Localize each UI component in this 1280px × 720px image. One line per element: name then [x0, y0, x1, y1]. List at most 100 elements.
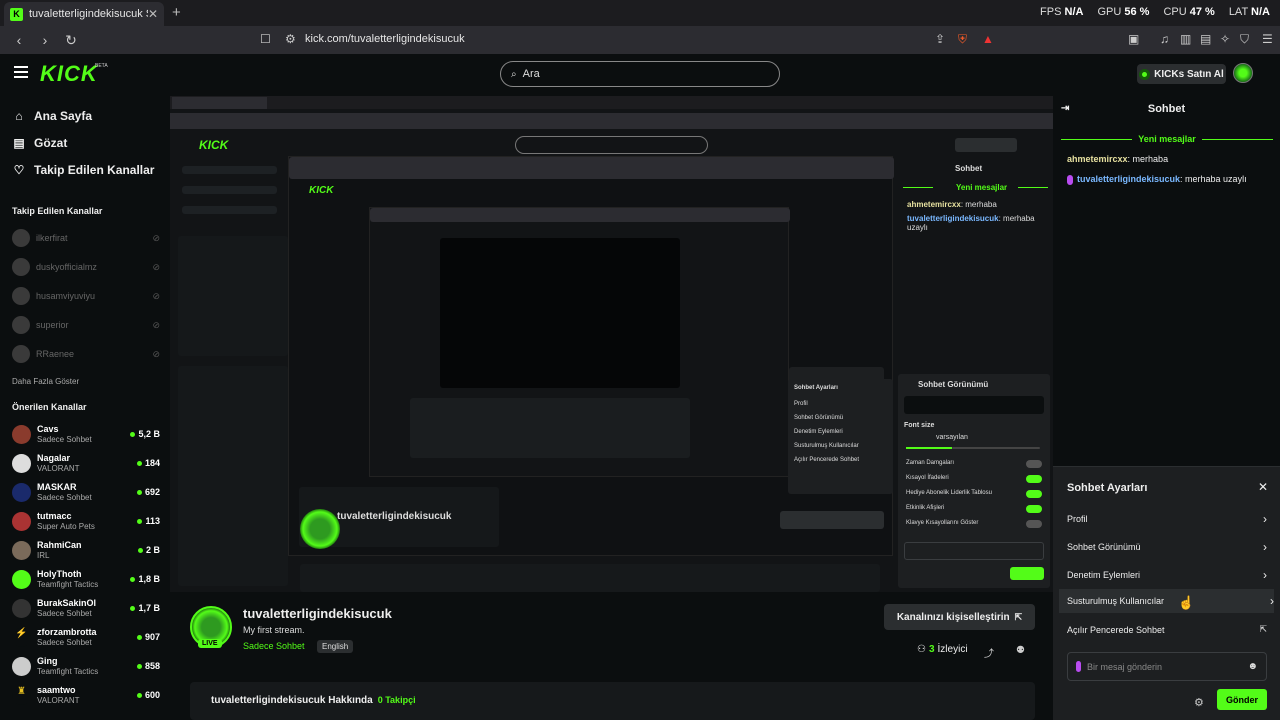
rewards-icon[interactable]: ▲	[982, 32, 994, 46]
show-more-link[interactable]: Daha Fazla Göster	[12, 377, 79, 386]
recommended-channel[interactable]: HolyThoth Teamfight Tactics 1,8 B	[12, 567, 160, 591]
forward-icon[interactable]: ›	[38, 32, 52, 48]
url-field[interactable]: kick.com/tuvaletterligindekisucuk	[305, 33, 465, 45]
recommended-channel[interactable]: Nagalar VALORANT 184	[12, 451, 160, 475]
site-info-icon[interactable]: ⚙	[285, 32, 296, 46]
recommended-channel[interactable]: ♜ saamtwo VALORANT 600	[12, 683, 160, 707]
search-icon: ⌕	[511, 68, 517, 80]
bookmark-icon[interactable]: ☐	[260, 32, 271, 46]
followed-channel[interactable]: RRaenee ⊘	[12, 345, 160, 363]
tab-title: tuvaletterligindekisucuk Stream	[29, 8, 148, 20]
sidebar-item-home[interactable]: ⌂ Ana Sayfa	[12, 109, 92, 123]
channel-name: superior	[36, 320, 69, 330]
nested-kicks-button	[955, 138, 1017, 152]
recommended-channel[interactable]: RahmiCan IRL 2 B	[12, 538, 160, 562]
followed-channel[interactable]: husamviyuviyu ⊘	[12, 287, 160, 305]
buy-kicks-button[interactable]: KICKs Satın Al	[1137, 64, 1226, 84]
followed-channel[interactable]: duskyofficialmz ⊘	[12, 258, 160, 276]
nested-message-2: tuvaletterligindekisucuk: merhaba uzaylı	[907, 214, 1035, 232]
recommended-channel[interactable]: Cavs Sadece Sohbet 5,2 B	[12, 422, 160, 446]
viewer-count: 113	[137, 516, 160, 526]
nested-settings-item: Denetim Eylemleri	[794, 429, 843, 435]
browser-tab-bar: K tuvaletterligindekisucuk Stream ✕ + FP…	[0, 0, 1280, 26]
new-tab-icon[interactable]: +	[172, 4, 181, 21]
settings-item-muted-users[interactable]: Susturulmuş Kullanıcılar ›	[1059, 589, 1274, 613]
avatar	[12, 569, 31, 589]
nested-settings-item: Açılır Pencerede Sohbet	[794, 457, 860, 463]
channel-name: Ging	[37, 656, 58, 666]
chat-username[interactable]: ahmetemircxx	[1067, 154, 1128, 164]
nested-appearance-title: Sohbet Görünümü	[918, 380, 989, 389]
sidebar-item-label: Gözat	[34, 136, 68, 150]
recommended-channel[interactable]: MASKAR Sadece Sohbet 692	[12, 480, 160, 504]
customize-channel-button[interactable]: Kanalınızı kişiselleştirin ⇱	[884, 604, 1035, 630]
kick-logo[interactable]: KICK	[40, 61, 98, 87]
nested-toggle-on	[1026, 490, 1042, 498]
offline-icon: ⊘	[152, 261, 160, 272]
settings-item-popout-chat[interactable]: Açılır Pencerede Sohbet ⇱	[1067, 624, 1267, 635]
hamburger-menu-icon[interactable]	[14, 66, 28, 78]
reload-icon[interactable]: ↻	[64, 32, 78, 49]
menu-icon[interactable]: ☰	[1262, 32, 1273, 46]
nested-toggle-on	[1026, 475, 1042, 483]
emoji-icon[interactable]: ☻	[1247, 661, 1258, 672]
about-title: tuvaletterligindekisucuk Hakkında	[211, 695, 373, 706]
nested-toggle-label: Klavye Kısayollarını Göster	[906, 520, 979, 526]
chat-header: ⇥ Sohbet	[1053, 96, 1280, 122]
settings-item-moderation[interactable]: Denetim Eylemleri ›	[1067, 568, 1267, 582]
ai-icon[interactable]: ✧	[1220, 32, 1230, 46]
search-input[interactable]: ⌕ Ara	[500, 61, 780, 87]
collapse-chat-icon[interactable]: ⇥	[1061, 103, 1069, 114]
video-player[interactable]: KICK KICK Sohbet Yeni mesajlar ahmetemir…	[170, 96, 1053, 592]
chat-input[interactable]: Bir mesaj gönderin ☻	[1067, 652, 1267, 681]
sidebar-item-browse[interactable]: ▤ Gözat	[12, 136, 67, 150]
browser-tab[interactable]: K tuvaletterligindekisucuk Stream ✕	[4, 2, 164, 26]
followed-channel[interactable]: ilkerfirat ⊘	[12, 229, 160, 247]
gear-icon[interactable]: ⚙	[1194, 696, 1204, 709]
add-user-icon[interactable]: ⚉	[1016, 645, 1025, 656]
send-button[interactable]: Gönder	[1217, 689, 1267, 710]
language-tag[interactable]: English	[317, 640, 354, 653]
followed-channels-title: Takip Edilen Kanallar	[12, 206, 103, 216]
recommended-channel[interactable]: Ging Teamfight Tactics 858	[12, 654, 160, 678]
avatar	[12, 511, 31, 531]
nested-screen-level-3	[369, 207, 790, 477]
recommended-channel[interactable]: BurakSakinOl Sadece Sohbet 1,7 B	[12, 596, 160, 620]
settings-item-label: Profil	[1067, 514, 1088, 524]
share-icon[interactable]: ⇪	[935, 32, 945, 46]
followed-channel[interactable]: superior ⊘	[12, 316, 160, 334]
vpn-icon[interactable]: ⛉	[1240, 32, 1249, 47]
avatar: ♜	[12, 685, 31, 705]
avatar	[12, 482, 31, 502]
avatar	[12, 424, 31, 444]
settings-item-profile[interactable]: Profil ›	[1067, 512, 1267, 526]
close-tab-icon[interactable]: ✕	[148, 7, 158, 21]
settings-item-chat-appearance[interactable]: Sohbet Görünümü ›	[1067, 540, 1267, 554]
recommended-channel[interactable]: tutmacc Super Auto Pets 113	[12, 509, 160, 533]
recommended-channel[interactable]: ⚡ zforzambrotta Sadece Sohbet 907	[12, 625, 160, 649]
channel-name: Nagalar	[37, 453, 71, 463]
screenshot-icon[interactable]: ▣	[1128, 32, 1139, 46]
channel-category: Super Auto Pets	[37, 522, 95, 531]
chat-username[interactable]: tuvaletterligindekisucuk	[1077, 174, 1180, 184]
nested-divider	[903, 187, 933, 188]
nested-sidebar-nav	[182, 206, 277, 214]
sidebar-item-following[interactable]: ♡ Takip Edilen Kanallar	[12, 163, 155, 177]
channel-name[interactable]: tuvaletterligindekisucuk	[243, 606, 392, 621]
back-icon[interactable]: ‹	[12, 32, 26, 48]
close-icon[interactable]: ✕	[1258, 480, 1268, 494]
stream-category[interactable]: Sadece Sohbet	[243, 641, 305, 651]
music-icon[interactable]: ♫	[1160, 32, 1169, 46]
chat-settings-panel: Sohbet Ayarları ✕ Profil › Sohbet Görünüm…	[1053, 466, 1280, 720]
nested-appearance-panel: Sohbet Görünümü Font size varsayılan Zam…	[898, 374, 1050, 588]
share-icon[interactable]: ⤴	[984, 645, 994, 660]
sidebar-icon[interactable]: ▥	[1180, 32, 1191, 46]
kick-favicon-icon: K	[10, 7, 23, 21]
sidebar-item-label: Takip Edilen Kanallar	[34, 163, 155, 177]
chat-text: : merhaba	[1127, 154, 1169, 164]
wallet-icon[interactable]: ▤	[1200, 32, 1211, 46]
nested-toggle-label: Hediye Abonelik Liderlik Tablosu	[906, 490, 992, 496]
chat-panel: ⇥ Sohbet Yeni mesajlar ahmetemircxx: mer…	[1053, 96, 1280, 720]
brave-shield-icon[interactable]: ⛨	[958, 32, 967, 47]
user-avatar[interactable]	[1233, 63, 1253, 83]
